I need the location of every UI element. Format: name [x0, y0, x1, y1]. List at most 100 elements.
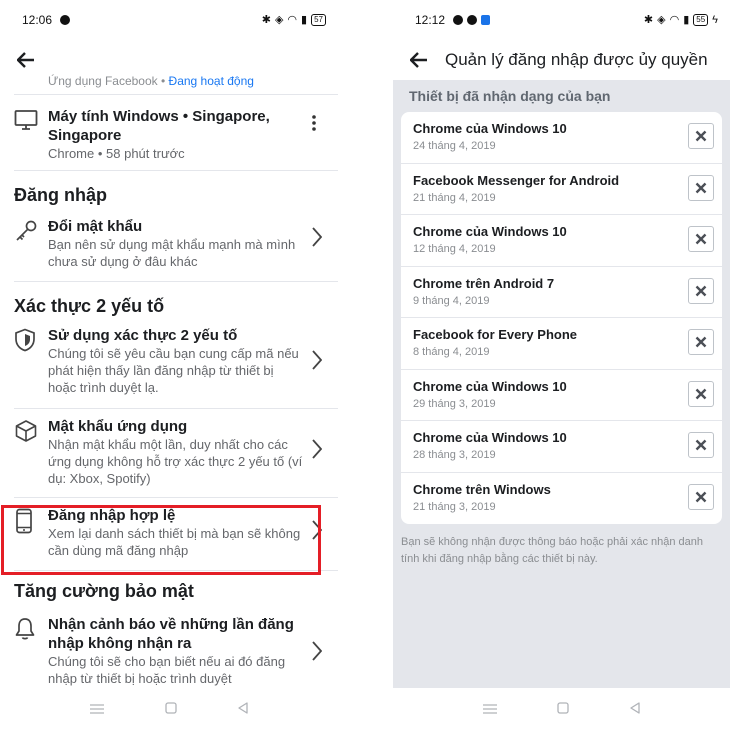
signal-icon: ▮ — [683, 13, 690, 26]
app-passwords-sub: Nhận mật khẩu một lần, duy nhất cho các … — [48, 437, 303, 486]
close-icon — [695, 388, 707, 399]
device-name: Chrome của Windows 10 — [413, 430, 567, 445]
two-factor-title: Sử dụng xác thực 2 yếu tố — [48, 327, 238, 344]
system-nav-bar — [393, 690, 730, 730]
monitor-icon — [14, 107, 40, 160]
authorized-logins-panel: Thiết bị đã nhận dạng của bạn Chrome của… — [393, 80, 730, 688]
device-row: Chrome của Windows 10 29 tháng 3, 2019 — [401, 370, 722, 421]
remove-device-button[interactable] — [688, 123, 714, 149]
session-sub: Chrome • 58 phút trước — [48, 146, 185, 161]
close-icon — [695, 130, 707, 142]
battery-icon: 57 — [311, 14, 326, 26]
page-title: Quản lý đăng nhập được ủy quyền — [445, 50, 708, 69]
device-row: Chrome của Windows 10 28 tháng 3, 2019 — [401, 421, 722, 473]
recognized-devices-heading: Thiết bị đã nhận dạng của bạn — [409, 88, 611, 104]
device-date: 24 tháng 4, 2019 — [413, 140, 496, 152]
nav-back-icon[interactable] — [237, 701, 248, 719]
device-list: Chrome của Windows 10 24 tháng 4, 2019 F… — [401, 112, 722, 524]
device-name: Facebook Messenger for Android — [413, 172, 620, 188]
vibrate-icon: ◈ — [274, 13, 284, 26]
device-date: 21 tháng 4, 2019 — [413, 191, 496, 204]
change-password-row[interactable]: Đổi mật khẩu Bạn nên sử dụng mật khẩu mạ… — [0, 217, 338, 277]
close-icon — [695, 439, 707, 451]
device-name: Chrome trên Windows — [413, 481, 551, 497]
chevron-right-icon — [312, 641, 323, 666]
highlight-box — [1, 505, 321, 575]
key-icon — [14, 217, 40, 277]
battery-icon: 55 — [693, 14, 709, 26]
close-icon — [695, 285, 707, 296]
session-windows[interactable]: Máy tính Windows • Singapore, Singapore … — [0, 95, 338, 161]
session-title: Máy tính Windows • Singapore, Singapore — [48, 108, 270, 144]
remove-device-button[interactable] — [688, 174, 714, 201]
device-date: 29 tháng 3, 2019 — [413, 397, 496, 410]
remove-device-button[interactable] — [688, 329, 714, 355]
two-factor-row[interactable]: Sử dụng xác thực 2 yếu tố Chúng tôi sẽ y… — [0, 326, 338, 404]
messenger-icon — [453, 15, 464, 25]
app-passwords-row[interactable]: Mật khẩu ứng dụng Nhận mật khẩu một lần,… — [0, 409, 338, 493]
home-icon[interactable] — [165, 701, 177, 719]
remove-device-button[interactable] — [688, 483, 714, 510]
status-time: 12:12 — [415, 13, 446, 27]
status-bar: 12:06 ✱ ◈ ◠ ▮ 57 — [0, 0, 338, 40]
device-date: 21 tháng 3, 2019 — [413, 500, 496, 513]
back-arrow-icon[interactable] — [14, 48, 38, 72]
more-vertical-icon[interactable] — [312, 115, 316, 136]
charging-icon: ϟ — [712, 13, 718, 26]
messenger-icon — [60, 15, 71, 25]
signal-icon: ▮ — [301, 13, 308, 26]
bluetooth-app-icon — [481, 15, 491, 25]
login-alerts-title: Nhận cảnh báo về những lần đăng nhập khô… — [48, 616, 294, 652]
app-passwords-title: Mật khẩu ứng dụng — [48, 418, 188, 435]
device-row: Chrome của Windows 10 12 tháng 4, 2019 — [401, 215, 722, 267]
device-name: Chrome trên Android 7 — [413, 275, 555, 291]
section-security-heading: Tăng cường bảo mật — [14, 581, 194, 601]
menu-icon[interactable] — [90, 701, 105, 719]
device-row: Facebook for Every Phone 8 tháng 4, 2019 — [401, 318, 722, 370]
right-screen: 12:12 ✱ ◈ ◠ ▮ 55 ϟ Quản lý đăng nhập đượ… — [393, 0, 730, 730]
device-row: Chrome trên Windows 21 tháng 3, 2019 — [401, 473, 722, 525]
menu-icon[interactable] — [483, 701, 498, 719]
two-factor-sub: Chúng tôi sẽ yêu cầu bạn cung cấp mã nếu… — [48, 346, 299, 395]
remove-device-button[interactable] — [688, 432, 714, 458]
login-alerts-row[interactable]: Nhận cảnh báo về những lần đăng nhập khô… — [0, 611, 338, 691]
device-date: 28 tháng 3, 2019 — [413, 449, 496, 461]
bluetooth-icon: ✱ — [643, 13, 654, 26]
app-bar: Quản lý đăng nhập được ủy quyền — [393, 40, 730, 80]
status-bar: 12:12 ✱ ◈ ◠ ▮ 55 ϟ — [393, 0, 730, 40]
vibrate-icon: ◈ — [657, 13, 666, 26]
chevron-right-icon — [312, 350, 323, 375]
close-icon — [695, 182, 707, 193]
system-nav-bar — [0, 690, 338, 730]
status-icons: ✱ ◈ ◠ ▮ 55 ϟ — [644, 14, 718, 26]
remove-device-button[interactable] — [688, 277, 714, 304]
close-icon — [695, 336, 707, 348]
section-login-heading: Đăng nhập — [14, 185, 107, 205]
device-date: 12 tháng 4, 2019 — [413, 243, 496, 255]
device-row: Chrome trên Android 7 9 tháng 4, 2019 — [401, 267, 722, 318]
home-icon[interactable] — [557, 701, 570, 719]
device-date: 8 tháng 4, 2019 — [413, 346, 490, 358]
device-name: Chrome của Windows 10 — [413, 224, 567, 239]
bluetooth-icon: ✱ — [261, 13, 271, 26]
active-status-link[interactable]: Đang hoạt động — [169, 74, 254, 88]
change-password-title: Đổi mật khẩu — [48, 218, 143, 235]
devices-note: Bạn sẽ không nhận được thông báo hoặc ph… — [401, 536, 704, 565]
nav-back-icon[interactable] — [630, 701, 640, 719]
messenger-icon — [467, 15, 478, 25]
device-date: 9 tháng 4, 2019 — [413, 294, 490, 307]
close-icon — [695, 491, 707, 502]
wifi-icon: ◠ — [669, 13, 680, 26]
device-name: Facebook for Every Phone — [413, 327, 577, 342]
chevron-right-icon — [312, 439, 323, 464]
remove-device-button[interactable] — [688, 380, 714, 407]
active-session-line: Ứng dụng Facebook • Đang hoạt động — [48, 74, 254, 88]
bell-icon — [14, 615, 40, 691]
device-row: Chrome của Windows 10 24 tháng 4, 2019 — [401, 112, 722, 164]
shield-icon — [14, 326, 40, 404]
left-screen: 12:06 ✱ ◈ ◠ ▮ 57 Ứng dụng Facebook • Đan… — [0, 0, 338, 730]
back-arrow-icon[interactable] — [407, 48, 431, 72]
remove-device-button[interactable] — [688, 226, 714, 252]
device-name: Chrome của Windows 10 — [413, 121, 567, 136]
close-icon — [695, 233, 707, 245]
